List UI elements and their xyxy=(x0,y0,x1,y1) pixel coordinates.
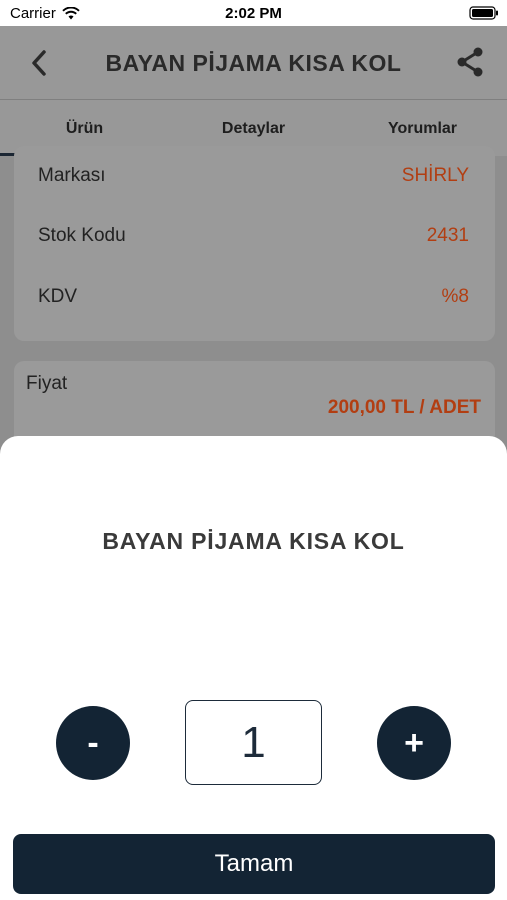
sheet-title: BAYAN PİJAMA KISA KOL xyxy=(102,528,405,554)
confirm-button[interactable]: Tamam xyxy=(13,834,495,894)
product-info-card: Markası SHİRLY Stok Kodu 2431 KDV %8 xyxy=(14,146,495,341)
info-label: KDV xyxy=(38,286,78,307)
increase-quantity-button[interactable]: + xyxy=(377,706,451,780)
page-title: BAYAN PİJAMA KISA KOL xyxy=(105,50,402,76)
share-button[interactable] xyxy=(453,44,487,80)
info-value: 2431 xyxy=(426,225,469,246)
chevron-left-icon xyxy=(32,50,46,76)
info-value: %8 xyxy=(441,286,469,307)
price-value: 200,00 TL / ADET xyxy=(327,397,481,418)
info-label: Markası xyxy=(38,165,106,186)
back-button[interactable] xyxy=(24,46,54,80)
info-label: Stok Kodu xyxy=(38,225,126,246)
info-row-brand: Markası SHİRLY xyxy=(38,161,469,191)
info-value: SHİRLY xyxy=(401,165,469,186)
clock: 2:02 PM xyxy=(225,5,282,22)
quantity-sheet: BAYAN PİJAMA KISA KOL - 1 + Tamam xyxy=(0,436,507,900)
price-label: Fiyat xyxy=(26,373,68,394)
info-row-vat: KDV %8 xyxy=(38,282,469,312)
share-icon xyxy=(457,47,483,77)
status-bar: Carrier 2:02 PM xyxy=(0,0,507,26)
navigation-bar: BAYAN PİJAMA KISA KOL xyxy=(0,26,507,100)
battery-icon xyxy=(469,6,499,24)
info-row-stock-code: Stok Kodu 2431 xyxy=(38,221,469,251)
quantity-field[interactable]: 1 xyxy=(185,700,322,785)
decrease-quantity-button[interactable]: - xyxy=(56,706,130,780)
